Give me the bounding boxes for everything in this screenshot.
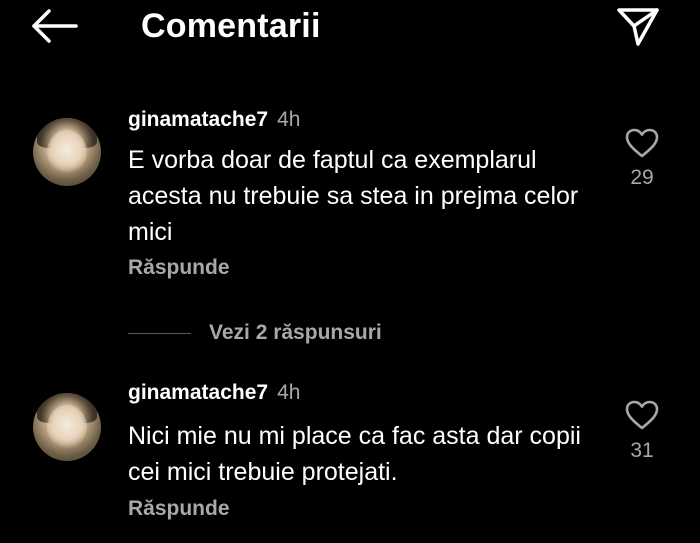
comment-header: ginamatache7 4h: [128, 107, 300, 133]
back-button[interactable]: [30, 6, 80, 46]
replies-divider: [128, 333, 191, 334]
paper-plane-icon: [617, 8, 659, 46]
arrow-left-icon: [32, 9, 78, 43]
comment-username[interactable]: ginamatache7: [128, 381, 268, 404]
avatar-face: [47, 405, 87, 449]
page-title: Comentarii: [141, 7, 321, 45]
reply-button[interactable]: Răspunde: [128, 255, 230, 281]
avatar[interactable]: [33, 393, 101, 461]
comment-time: 4h: [277, 108, 301, 131]
heart-outline-icon: [625, 400, 659, 430]
comment-text: E vorba doar de faptul ca exemplarul ace…: [128, 146, 579, 246]
comment-username[interactable]: ginamatache7: [128, 108, 268, 131]
top-bar: Comentarii: [0, 0, 700, 56]
view-replies-label: Vezi 2 răspunsuri: [209, 321, 382, 344]
share-button[interactable]: [614, 4, 662, 48]
avatar-face: [47, 130, 87, 174]
reply-button[interactable]: Răspunde: [128, 496, 230, 522]
heart-outline-icon: [625, 128, 659, 158]
avatar[interactable]: [33, 118, 101, 186]
like-button[interactable]: [624, 127, 660, 159]
comment-text: Nici mie nu mi place ca fac asta dar cop…: [128, 422, 581, 486]
comment-header: ginamatache7 4h: [128, 380, 300, 406]
like-count: 29: [630, 166, 654, 189]
like-count: 31: [630, 439, 654, 462]
like-button[interactable]: [624, 399, 660, 431]
comment-time: 4h: [277, 381, 301, 404]
